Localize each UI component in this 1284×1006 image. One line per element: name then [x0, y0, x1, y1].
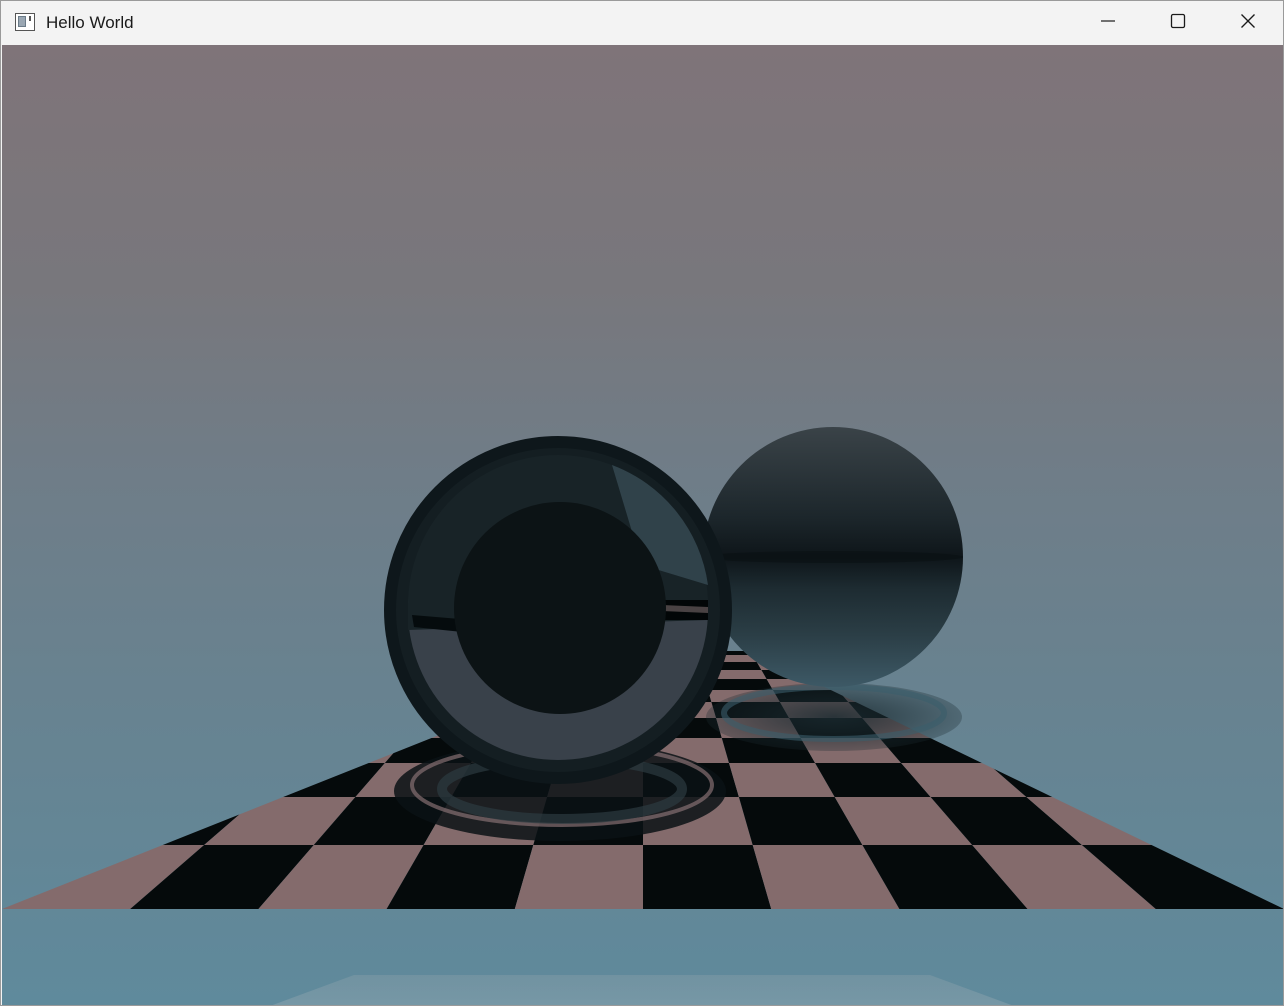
app-icon [15, 13, 35, 31]
metal-sphere [703, 427, 963, 687]
floor-tile [643, 845, 772, 909]
close-icon [1240, 13, 1256, 34]
title-bar[interactable]: Hello World [1, 1, 1283, 45]
app-window: Hello World [0, 0, 1284, 1006]
render-viewport[interactable] [2, 45, 1283, 1005]
maximize-icon [1170, 13, 1186, 34]
floor-reflection [272, 975, 1012, 1005]
maximize-button[interactable] [1143, 1, 1213, 45]
window-title: Hello World [46, 13, 134, 32]
close-button[interactable] [1213, 1, 1283, 45]
glass-sphere [384, 436, 732, 784]
minimize-icon [1100, 13, 1116, 34]
rendered-3d-scene [2, 45, 1283, 1005]
floor-tile [514, 845, 643, 909]
minimize-button[interactable] [1073, 1, 1143, 45]
